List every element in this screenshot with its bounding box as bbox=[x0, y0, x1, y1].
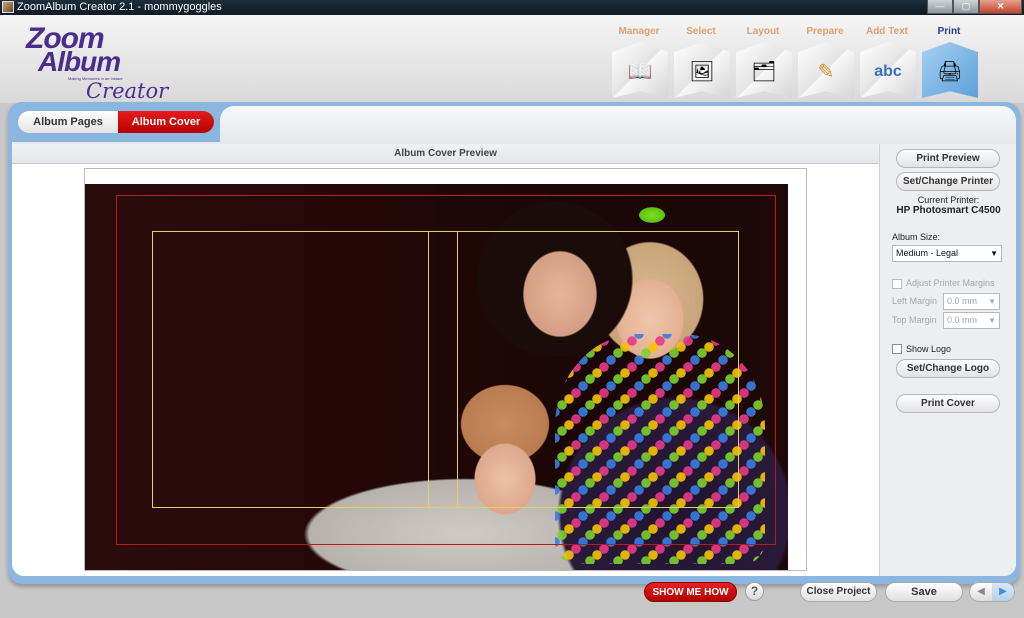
album-size-value: Medium - Legal bbox=[896, 248, 959, 258]
tab-album-cover[interactable]: Album Cover bbox=[118, 111, 214, 133]
step-manager[interactable]: Manager 📖 bbox=[608, 24, 670, 104]
step-prepare[interactable]: Prepare ✎ bbox=[794, 24, 856, 104]
step-label: Add Text bbox=[865, 26, 909, 37]
show-logo-checkbox[interactable] bbox=[892, 344, 902, 354]
print-preview-button[interactable]: Print Preview bbox=[896, 149, 1000, 168]
adjust-margins-label: Adjust Printer Margins bbox=[906, 278, 995, 288]
top-margin-value: 0.0 mm bbox=[947, 315, 978, 325]
top-margin-label: Top Margin bbox=[892, 315, 937, 325]
current-printer-value: HP Photosmart C4500 bbox=[896, 205, 1001, 216]
current-printer-label: Current Printer: bbox=[917, 195, 980, 205]
adjust-margins-checkbox[interactable] bbox=[892, 279, 902, 289]
minimize-button[interactable]: — bbox=[927, 0, 953, 14]
tab-strip bbox=[220, 106, 1016, 142]
left-margin-label: Left Margin bbox=[892, 296, 938, 306]
next-arrow-icon[interactable]: ▶ bbox=[992, 583, 1014, 601]
step-label: Print bbox=[937, 26, 961, 37]
window-titlebar: ZoomAlbum Creator 2.1 - mommygoggles — ▢… bbox=[0, 0, 1024, 15]
print-cover-button[interactable]: Print Cover bbox=[896, 394, 1000, 413]
content-area: Album Cover Preview Print Preview Set/Ch… bbox=[12, 142, 1016, 576]
previous-arrow-icon[interactable]: ◀ bbox=[970, 583, 992, 601]
page-nav: ◀ ▶ bbox=[969, 582, 1015, 602]
tab-album-pages[interactable]: Album Pages bbox=[18, 111, 118, 133]
print-sidebar: Print Preview Set/Change Printer Current… bbox=[879, 144, 1016, 576]
step-print[interactable]: Print 🖨 bbox=[918, 24, 980, 104]
logo-album: Album bbox=[38, 46, 121, 77]
app-icon bbox=[2, 1, 14, 13]
photo-album-icon: 📖 bbox=[627, 61, 653, 83]
cover-preview-canvas bbox=[84, 168, 807, 571]
save-button[interactable]: Save bbox=[885, 582, 963, 602]
logo-creator: Creator bbox=[86, 79, 169, 103]
step-layout[interactable]: Layout 🗂 bbox=[732, 24, 794, 104]
chevron-down-icon: ▼ bbox=[988, 297, 996, 306]
window-controls: — ▢ ✕ bbox=[927, 0, 1022, 14]
main-panel: Album Pages Album Cover Album Cover Prev… bbox=[8, 102, 1020, 584]
album-size-select[interactable]: Medium - Legal ▼ bbox=[892, 245, 1002, 262]
maximize-button[interactable]: ▢ bbox=[953, 0, 979, 14]
left-margin-value: 0.0 mm bbox=[947, 296, 978, 306]
app-header: Zoom Album Making Memories in an Instant… bbox=[0, 15, 1024, 103]
set-change-printer-button[interactable]: Set/Change Printer bbox=[896, 172, 1000, 191]
step-label: Layout bbox=[746, 26, 780, 37]
step-label: Prepare bbox=[806, 26, 844, 37]
album-tabs: Album Pages Album Cover bbox=[18, 111, 214, 133]
spine-guide-left bbox=[428, 231, 429, 508]
printer-icon: 🖨 bbox=[937, 61, 963, 83]
window-title: ZoomAlbum Creator 2.1 - mommygoggles bbox=[17, 1, 222, 13]
close-project-button[interactable]: Close Project bbox=[800, 582, 877, 602]
step-add-text[interactable]: Add Text abc bbox=[856, 24, 918, 104]
photos-icon: 🖼 bbox=[689, 61, 715, 83]
workflow-steps: Manager 📖 Select 🖼 Layout 🗂 Prepare ✎ Ad… bbox=[608, 24, 980, 104]
chevron-down-icon: ▼ bbox=[990, 249, 998, 258]
show-logo-label: Show Logo bbox=[906, 344, 952, 354]
cover-photo[interactable] bbox=[85, 184, 788, 570]
photo-detail-pajamas bbox=[555, 334, 765, 564]
help-button[interactable]: ? bbox=[745, 582, 764, 601]
step-label: Manager bbox=[618, 26, 660, 37]
album-size-label: Album Size: bbox=[892, 232, 941, 242]
layout-icon: 🗂 bbox=[751, 61, 777, 83]
step-select[interactable]: Select 🖼 bbox=[670, 24, 732, 104]
crop-pen-icon: ✎ bbox=[817, 61, 835, 83]
show-me-how-button[interactable]: SHOW ME HOW bbox=[644, 582, 737, 602]
step-label: Select bbox=[686, 26, 716, 37]
set-change-logo-button[interactable]: Set/Change Logo bbox=[896, 359, 1000, 378]
photo-detail-bow bbox=[637, 206, 667, 224]
chevron-down-icon: ▼ bbox=[988, 316, 996, 325]
close-window-button[interactable]: ✕ bbox=[979, 0, 1022, 14]
top-margin-select[interactable]: 0.0 mm ▼ bbox=[943, 312, 1000, 329]
zoomalbum-logo: Zoom Album Making Memories in an Instant… bbox=[24, 24, 174, 105]
abc-text-icon: abc bbox=[874, 63, 902, 80]
spine-guide-right bbox=[457, 231, 458, 508]
preview-header: Album Cover Preview bbox=[12, 144, 879, 164]
left-margin-select[interactable]: 0.0 mm ▼ bbox=[943, 293, 1000, 310]
